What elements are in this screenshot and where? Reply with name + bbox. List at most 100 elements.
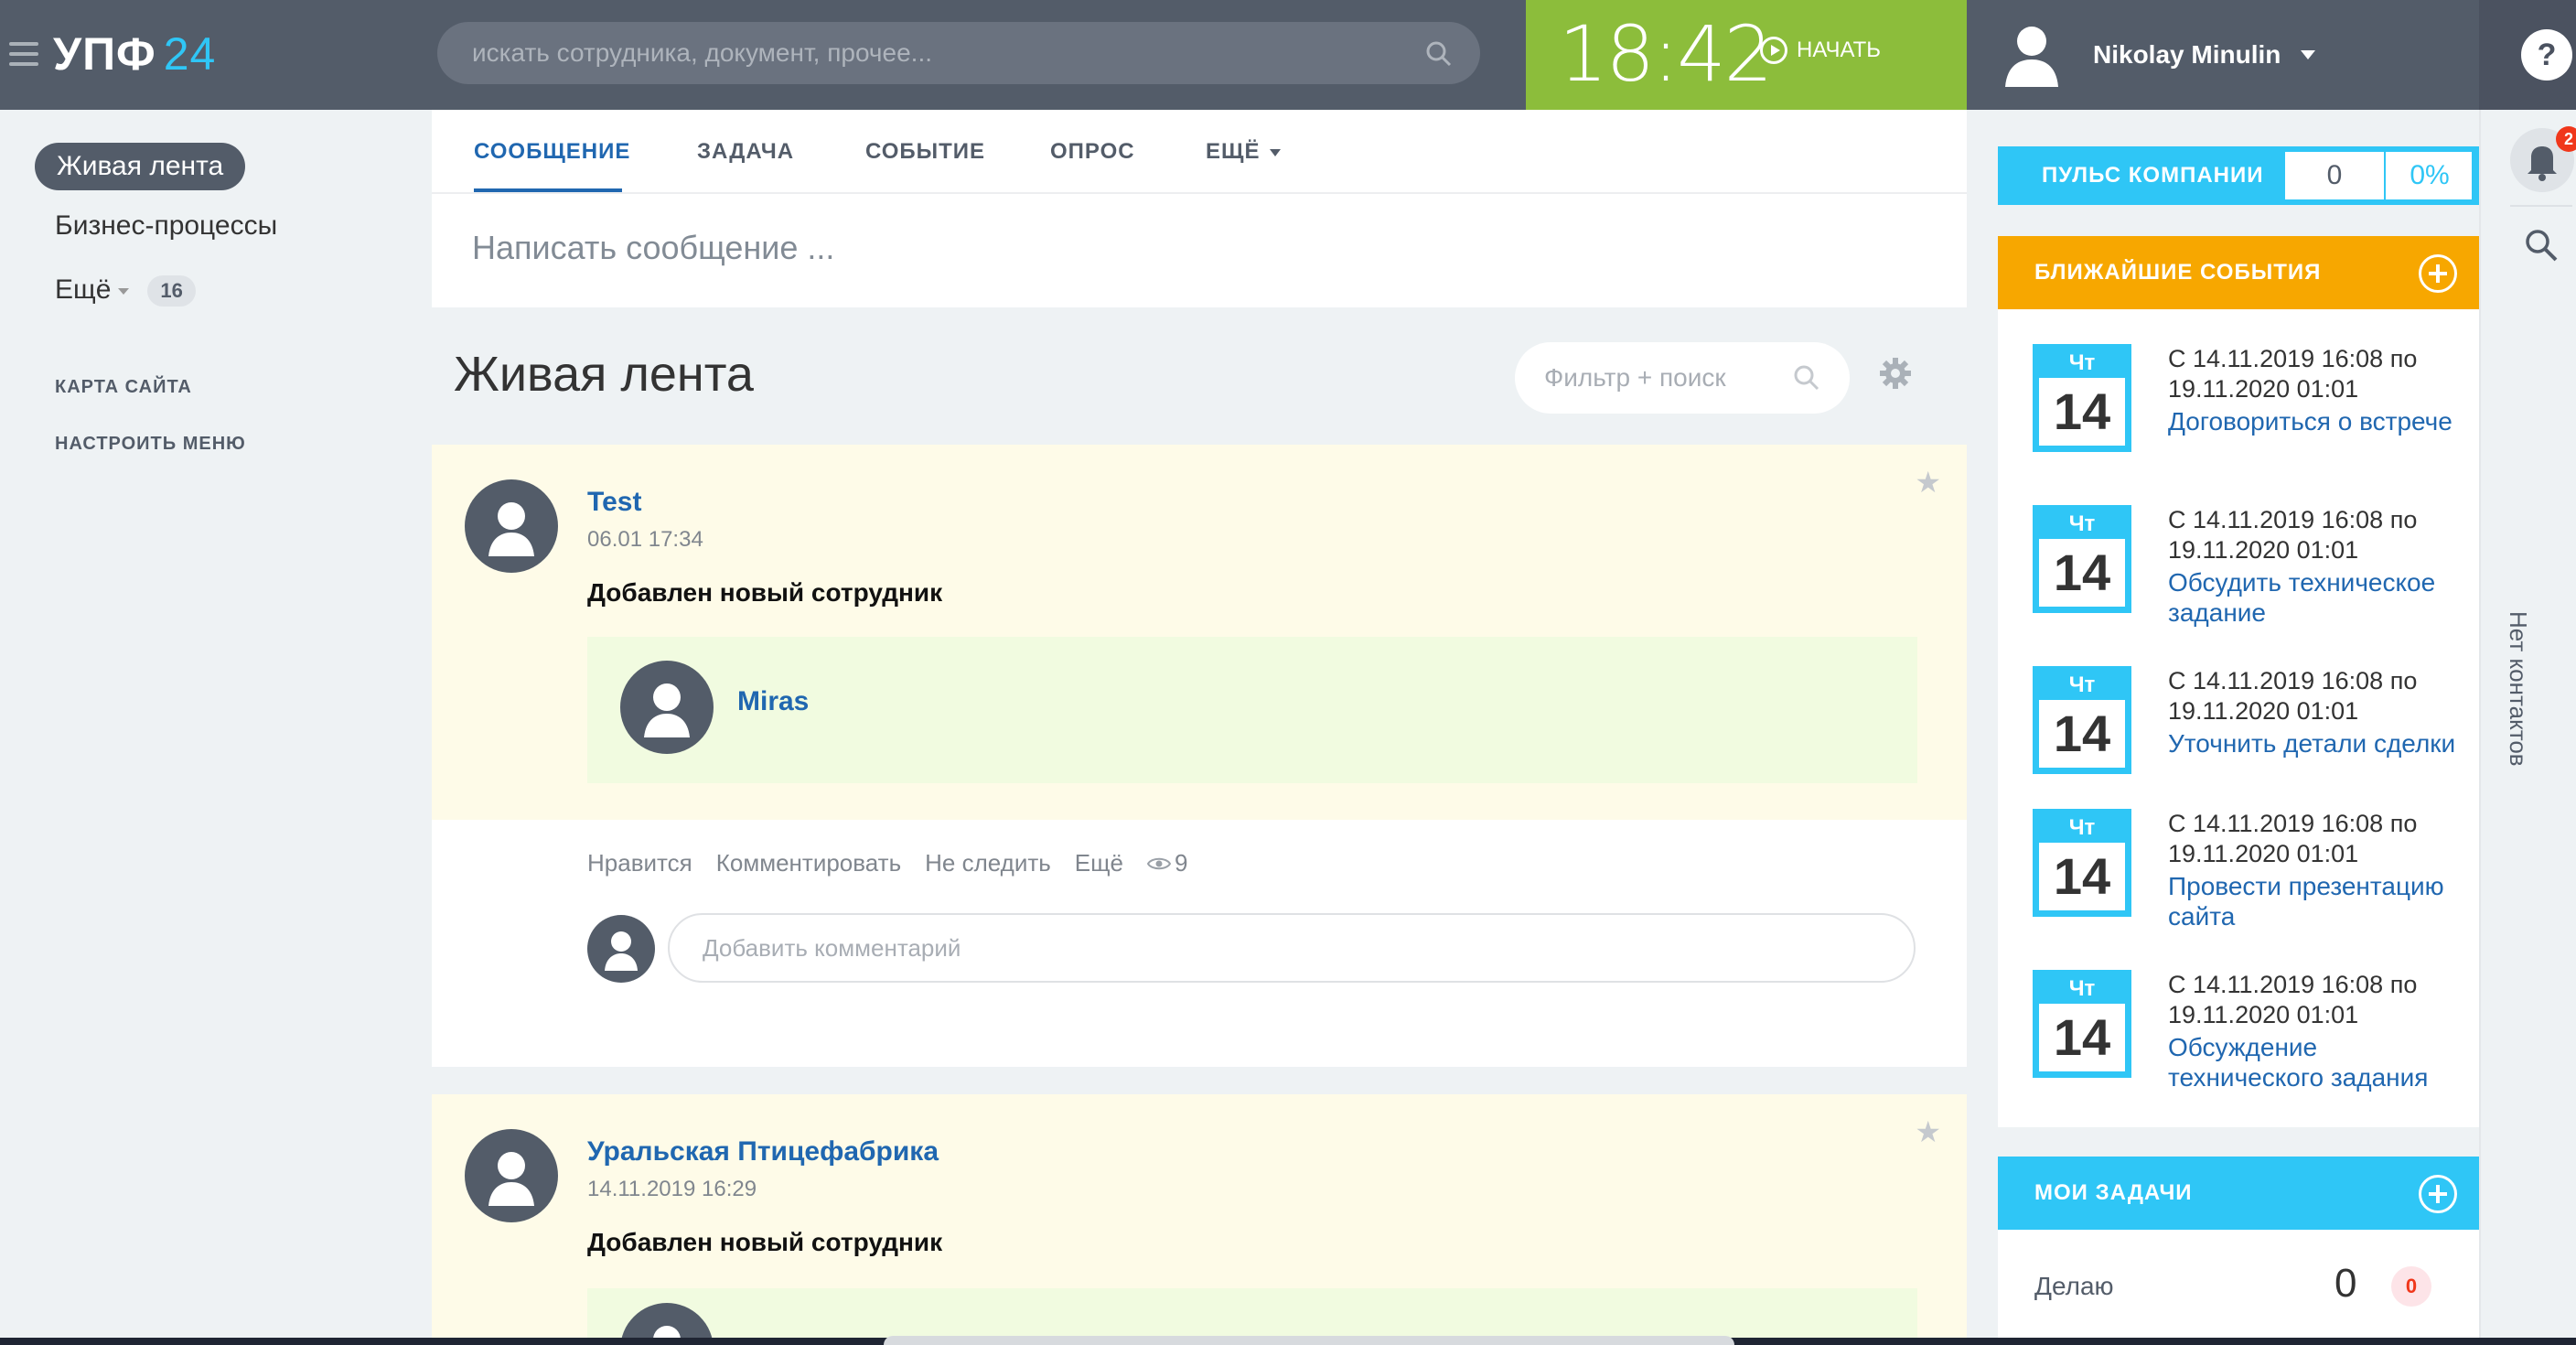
tab-message[interactable]: СООБЩЕНИЕ xyxy=(474,139,630,165)
calendar-icon: Чт 14 xyxy=(2033,809,2131,917)
event-title-link[interactable]: Провести презентацию сайта xyxy=(2168,871,2470,931)
tab-more[interactable]: ЕЩЁ xyxy=(1206,139,1281,165)
author-avatar[interactable] xyxy=(465,1129,558,1222)
overdue-badge: 0 xyxy=(2391,1266,2431,1307)
event-item[interactable]: Чт 14 С 14.11.2019 16:08 по 19.11.2020 01… xyxy=(1998,952,2479,1113)
chevron-down-icon xyxy=(2301,50,2316,59)
like-button[interactable]: Нравится xyxy=(587,849,692,877)
feed-post: Test 06.01 17:34 Добавлен новый сотрудни… xyxy=(432,445,1967,1067)
event-time: С 14.11.2019 16:08 по 19.11.2020 01:01 xyxy=(2168,810,2418,867)
top-header: УПФ24 18:42 НАЧАТЬ Nikolay Minulin ? xyxy=(0,0,2576,110)
task-row-doing[interactable]: Делаю 0 0 xyxy=(2034,1259,2446,1314)
event-item[interactable]: Чт 14 С 14.11.2019 16:08 по 19.11.2020 01… xyxy=(1998,487,2479,648)
author-avatar[interactable] xyxy=(465,479,558,573)
event-title-link[interactable]: Уточнить детали сделки xyxy=(2168,728,2470,759)
comment-button[interactable]: Комментировать xyxy=(716,849,901,877)
user-avatar-icon xyxy=(2005,27,2058,87)
feed-filter xyxy=(1515,342,1850,414)
pulse-percent: 0% xyxy=(2410,160,2450,190)
help-icon[interactable]: ? xyxy=(2521,29,2572,81)
no-contacts-label: Нет контактов xyxy=(2505,611,2532,767)
upcoming-events-widget: БЛИЖАЙШИЕ СОБЫТИЯ Чт 14 С 14.11.2019 16:0… xyxy=(1998,236,2479,1127)
employee-name-link[interactable]: Miras xyxy=(737,686,809,717)
more-button[interactable]: Ещё xyxy=(1075,849,1123,877)
os-dock xyxy=(884,1336,1734,1345)
comment-box xyxy=(668,913,1916,983)
gear-icon[interactable] xyxy=(1879,357,1912,394)
employee-avatar[interactable] xyxy=(620,661,714,754)
composer-tabs: СООБЩЕНИЕ ЗАДАЧА СОБЫТИЕ ОПРОС ЕЩЁ xyxy=(432,110,1967,194)
clock-time: 18:42 xyxy=(1559,9,1773,99)
post-actions: Нравится Комментировать Не следить Ещё 9 xyxy=(587,849,1187,877)
post-text: Добавлен новый сотрудник xyxy=(587,1228,943,1256)
chevron-down-icon xyxy=(118,287,130,295)
page-title: Живая лента xyxy=(454,347,754,402)
company-pulse-label: ПУЛЬС КОМПАНИИ xyxy=(2042,163,2264,188)
company-pulse[interactable]: ПУЛЬС КОМПАНИИ 0 0% xyxy=(1998,146,2479,205)
post-composer: СООБЩЕНИЕ ЗАДАЧА СОБЫТИЕ ОПРОС ЕЩЁ xyxy=(432,110,1967,307)
unfollow-button[interactable]: Не следить xyxy=(925,849,1051,877)
event-item[interactable]: Чт 14 С 14.11.2019 16:08 по 19.11.2020 01… xyxy=(1998,326,2479,487)
start-workday-button[interactable]: НАЧАТЬ xyxy=(1760,37,1881,64)
tab-event[interactable]: СОБЫТИЕ xyxy=(865,139,985,165)
add-task-icon[interactable] xyxy=(2419,1175,2457,1213)
event-time: С 14.11.2019 16:08 по 19.11.2020 01:01 xyxy=(2168,345,2418,403)
add-event-icon[interactable] xyxy=(2419,254,2457,293)
calendar-icon: Чт 14 xyxy=(2033,666,2131,774)
post-date[interactable]: 06.01 17:34 xyxy=(587,527,703,553)
current-user-avatar xyxy=(587,915,655,983)
left-menu-item-business-processes[interactable]: Бизнес-процессы xyxy=(55,210,277,242)
task-count: 0 xyxy=(2334,1261,2357,1306)
left-menu-item-more[interactable]: Ещё 16 xyxy=(55,274,196,307)
comment-input[interactable] xyxy=(703,915,1800,981)
global-search-input[interactable] xyxy=(472,22,1387,84)
post-author-link[interactable]: Test xyxy=(587,487,641,518)
active-tab-indicator xyxy=(474,188,622,192)
tab-task[interactable]: ЗАДАЧА xyxy=(697,139,794,165)
strip-divider xyxy=(2510,205,2572,207)
star-icon[interactable]: ★ xyxy=(1915,1114,1941,1149)
my-tasks-title[interactable]: МОИ ЗАДАЧИ xyxy=(2034,1180,2193,1206)
post-author-link[interactable]: Уральская Птицефабрика xyxy=(587,1136,939,1167)
event-item[interactable]: Чт 14 С 14.11.2019 16:08 по 19.11.2020 01… xyxy=(1998,791,2479,952)
event-title-link[interactable]: Договориться о встрече xyxy=(2168,406,2470,436)
event-time: С 14.11.2019 16:08 по 19.11.2020 01:01 xyxy=(2168,667,2418,725)
event-title-link[interactable]: Обсуждение технического задания xyxy=(2168,1032,2470,1092)
counter-badge: 16 xyxy=(147,275,196,307)
play-icon xyxy=(1760,37,1787,64)
user-name: Nikolay Minulin xyxy=(2093,40,2281,69)
user-menu[interactable]: Nikolay Minulin xyxy=(2003,20,2316,90)
search-icon[interactable] xyxy=(1425,40,1453,72)
event-time: С 14.11.2019 16:08 по 19.11.2020 01:01 xyxy=(2168,506,2418,564)
upcoming-events-header: БЛИЖАЙШИЕ СОБЫТИЯ xyxy=(1998,236,2479,309)
calendar-icon: Чт 14 xyxy=(2033,970,2131,1078)
post-date[interactable]: 14.11.2019 16:29 xyxy=(587,1177,757,1202)
event-item[interactable]: Чт 14 С 14.11.2019 16:08 по 19.11.2020 01… xyxy=(1998,648,2479,809)
global-search xyxy=(437,22,1480,84)
notifications-count-badge: 2 xyxy=(2556,126,2576,152)
star-icon[interactable]: ★ xyxy=(1915,465,1941,500)
configure-menu-link[interactable]: НАСТРОИТЬ МЕНЮ xyxy=(55,434,246,455)
message-input[interactable] xyxy=(472,229,1917,267)
worktime-widget[interactable]: 18:42 НАЧАТЬ xyxy=(1526,0,1967,110)
event-time: С 14.11.2019 16:08 по 19.11.2020 01:01 xyxy=(2168,971,2418,1028)
filter-search-input[interactable] xyxy=(1544,342,1782,414)
upcoming-events-title[interactable]: БЛИЖАЙШИЕ СОБЫТИЯ xyxy=(2034,260,2321,285)
my-tasks-widget: МОИ ЗАДАЧИ Делаю 0 0 xyxy=(1998,1157,2479,1345)
tab-poll[interactable]: ОПРОС xyxy=(1050,139,1135,165)
post-header-area: Test 06.01 17:34 Добавлен новый сотрудни… xyxy=(432,445,1967,820)
left-menu-item-live-feed[interactable]: Живая лента xyxy=(35,143,246,190)
my-tasks-header: МОИ ЗАДАЧИ xyxy=(1998,1157,2479,1230)
calendar-icon: Чт 14 xyxy=(2033,505,2131,613)
search-icon[interactable] xyxy=(2523,227,2560,268)
pulse-value: 0 xyxy=(2285,152,2386,199)
chevron-down-icon xyxy=(1269,148,1281,156)
task-row-label: Делаю xyxy=(2034,1272,2114,1300)
search-icon[interactable] xyxy=(1793,364,1820,396)
event-title-link[interactable]: Обсудить техническое задание xyxy=(2168,567,2470,628)
site-map-link[interactable]: КАРТА САЙТА xyxy=(55,377,192,398)
post-text: Добавлен новый сотрудник xyxy=(587,578,943,607)
views-counter: 9 xyxy=(1147,849,1187,877)
menu-burger-icon[interactable] xyxy=(9,42,38,66)
logo[interactable]: УПФ 24 xyxy=(53,27,216,81)
